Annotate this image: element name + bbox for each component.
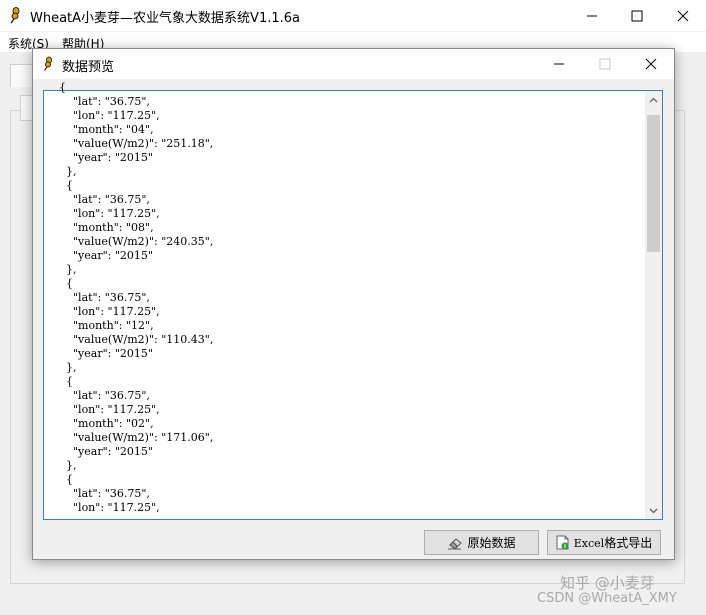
code-line: { (59, 375, 73, 388)
code-line: "year": "2015" (59, 249, 153, 262)
scrollbar-thumb[interactable] (647, 115, 660, 252)
code-line: "value(W/m2)": "240.35", (59, 235, 214, 248)
excel-export-label-prefix: Excel (573, 537, 605, 550)
erase-icon (448, 537, 463, 550)
excel-export-icon (556, 535, 569, 550)
window-title: WheatA小麦芽—农业气象大数据系统V1.1.6a (30, 11, 300, 26)
excel-export-button[interactable]: Excel格式导出 (547, 530, 661, 555)
chevron-up-icon (649, 97, 658, 102)
chevron-down-icon (649, 508, 658, 513)
code-line: { (59, 473, 73, 486)
minimize-icon (554, 63, 564, 65)
csdn-watermark: CSDN @WheatA_XMY (537, 591, 677, 606)
close-icon (677, 10, 689, 21)
maximize-icon (599, 58, 611, 70)
scroll-down-button[interactable] (645, 502, 662, 519)
code-line: "year": "2015" (59, 445, 153, 458)
code-line: "value(W/m2)": "251.18", (59, 137, 214, 150)
code-line: "lon": "117.25", (59, 403, 160, 416)
code-line: }, (59, 361, 77, 374)
code-line: "year": "2015" (59, 151, 153, 164)
code-line: "value(W/m2)": "171.06", (59, 431, 214, 444)
code-line: "month": "04", (59, 123, 154, 136)
code-line: "lat": "36.75", (59, 389, 150, 402)
excel-export-label-suffix: 格式导出 (604, 536, 653, 550)
code-line: "month": "02", (59, 417, 154, 430)
wheat-logo-icon (44, 56, 52, 71)
minimize-button[interactable] (569, 0, 615, 31)
dialog-minimize-button[interactable] (536, 49, 582, 79)
code-line: "year": "2015" (59, 347, 153, 360)
dialog-close-button[interactable] (628, 49, 674, 79)
code-line: { (59, 81, 66, 94)
dialog-titlebar: 数据预览 (33, 49, 674, 79)
raw-data-label: 原始数据 (467, 536, 516, 550)
code-line: { (59, 179, 73, 192)
code-line: "lon": "117.25", (59, 501, 160, 514)
code-line: "lon": "117.25", (59, 305, 160, 318)
code-line: "month": "08", (59, 221, 154, 234)
main-titlebar: WheatA小麦芽—农业气象大数据系统V1.1.6a (0, 0, 706, 31)
code-line: "lat": "36.75", (59, 193, 150, 206)
data-preview-dialog: 数据预览 { "lat": "36.75", "lon": "117.25", … (32, 48, 675, 560)
code-line: }, (59, 459, 77, 472)
code-line: }, (59, 263, 77, 276)
scroll-up-button[interactable] (645, 91, 662, 108)
code-line: }, (59, 165, 77, 178)
code-line: "lat": "36.75", (59, 487, 150, 500)
minimize-icon (587, 15, 597, 16)
code-line: { (59, 277, 73, 290)
code-line: "lat": "36.75", (59, 291, 150, 304)
dialog-title: 数据预览 (62, 60, 115, 75)
close-button[interactable] (660, 0, 706, 31)
maximize-button[interactable] (614, 0, 660, 31)
json-preview-textarea[interactable]: { "lat": "36.75", "lon": "117.25", "mont… (43, 81, 663, 520)
vertical-scrollbar[interactable] (645, 91, 662, 519)
code-line: "value(W/m2)": "110.43", (59, 333, 214, 346)
close-icon (645, 58, 657, 70)
zhihu-watermark: 知乎 @小麦芽 (560, 574, 655, 592)
raw-data-button[interactable]: 原始数据 (424, 530, 539, 555)
code-line: "lon": "117.25", (59, 207, 160, 220)
dialog-maximize-button (582, 49, 628, 79)
code-line: "lon": "117.25", (59, 109, 160, 122)
maximize-icon (631, 10, 643, 21)
code-line: "lat": "36.75", (59, 95, 150, 108)
wheat-logo-icon (10, 7, 20, 24)
code-line: "month": "12", (59, 319, 154, 332)
json-content: { "lat": "36.75", "lon": "117.25", "mont… (44, 81, 644, 519)
